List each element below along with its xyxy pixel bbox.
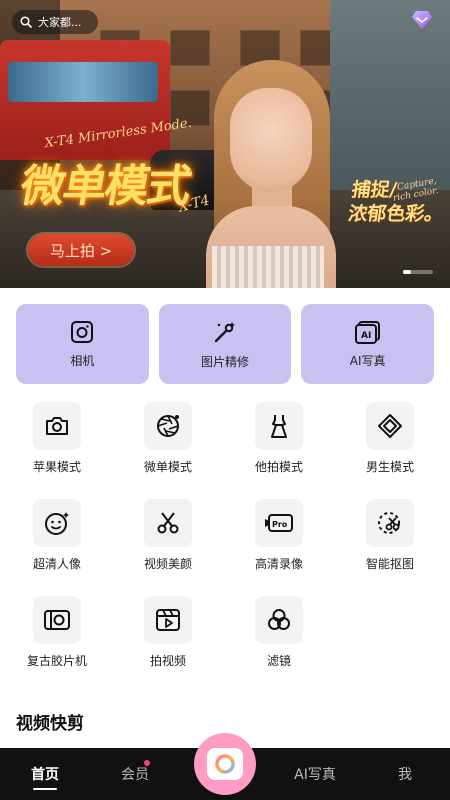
smile-face-icon [45, 512, 69, 535]
camera-lens-icon [215, 754, 235, 774]
camera-icon [71, 320, 94, 343]
feature-others-shoot-mode[interactable]: 他拍模式 [222, 402, 333, 499]
svg-text:AI: AI [361, 331, 371, 341]
section-title-video-quick-edit: 视频快剪 [16, 714, 84, 734]
vip-diamond-icon[interactable] [411, 10, 433, 30]
app-home-screen: 大家都... X-T4 Mirrorless Mode. 微单模式 X-T4 马… [0, 0, 450, 800]
retouch-brush-icon [214, 321, 235, 342]
search-placeholder: 大家都... [38, 16, 82, 29]
nav-tab-ai-portrait[interactable]: AI写真 [270, 748, 360, 800]
banner-title: 微单模式 [16, 161, 194, 212]
feature-grid: 苹果模式 微单模式 他拍模式 男生模式 超清人像 视频美颜 Pro 高清录像 智… [0, 402, 450, 693]
active-tab-indicator [33, 788, 57, 790]
nav-tab-member[interactable]: 会员 [90, 748, 180, 800]
feature-hd-portrait[interactable]: 超清人像 [0, 499, 111, 596]
cutout-icon [378, 512, 400, 534]
video-clapper-icon [156, 609, 180, 631]
feature-filters[interactable]: 滤镜 [222, 596, 333, 693]
filter-circles-icon [268, 609, 290, 630]
svg-text:Pro: Pro [272, 520, 288, 529]
diamond-icon [378, 414, 402, 438]
scissors-icon [157, 512, 179, 534]
shoot-now-button[interactable]: 马上拍 > [28, 234, 134, 266]
feature-video-beauty[interactable]: 视频美颜 [111, 499, 222, 596]
feature-shoot-video[interactable]: 拍视频 [111, 596, 222, 693]
dress-icon [271, 415, 287, 438]
camera-shutter-button[interactable] [194, 733, 256, 795]
film-camera-icon [44, 610, 70, 630]
nav-tab-home[interactable]: 首页 [0, 748, 90, 800]
camera-icon [46, 417, 68, 435]
camera-card[interactable]: 相机 [16, 304, 149, 384]
aperture-icon [157, 415, 179, 437]
photo-retouch-card[interactable]: 图片精修 [158, 304, 292, 384]
search-icon [20, 16, 32, 28]
banner-page-indicator [403, 270, 433, 274]
feature-retro-film-camera[interactable]: 复古胶片机 [0, 596, 111, 693]
nav-tab-me[interactable]: 我 [360, 748, 450, 800]
primary-actions: 相机 图片精修 AI AI写真 [16, 304, 435, 384]
feature-smart-cutout[interactable]: 智能抠图 [333, 499, 444, 596]
search-bar[interactable]: 大家都... [12, 10, 98, 34]
feature-hd-recording[interactable]: Pro 高清录像 [222, 499, 333, 596]
feature-mirrorless-mode[interactable]: 微单模式 [111, 402, 222, 499]
promo-banner[interactable]: 大家都... X-T4 Mirrorless Mode. 微单模式 X-T4 马… [0, 0, 450, 288]
pro-video-icon: Pro [265, 514, 293, 532]
feature-male-mode[interactable]: 男生模式 [333, 402, 444, 499]
ai-portrait-icon: AI [354, 320, 380, 344]
ai-portrait-card[interactable]: AI AI写真 [301, 304, 435, 384]
feature-apple-mode[interactable]: 苹果模式 [0, 402, 111, 499]
notification-dot [144, 760, 150, 766]
